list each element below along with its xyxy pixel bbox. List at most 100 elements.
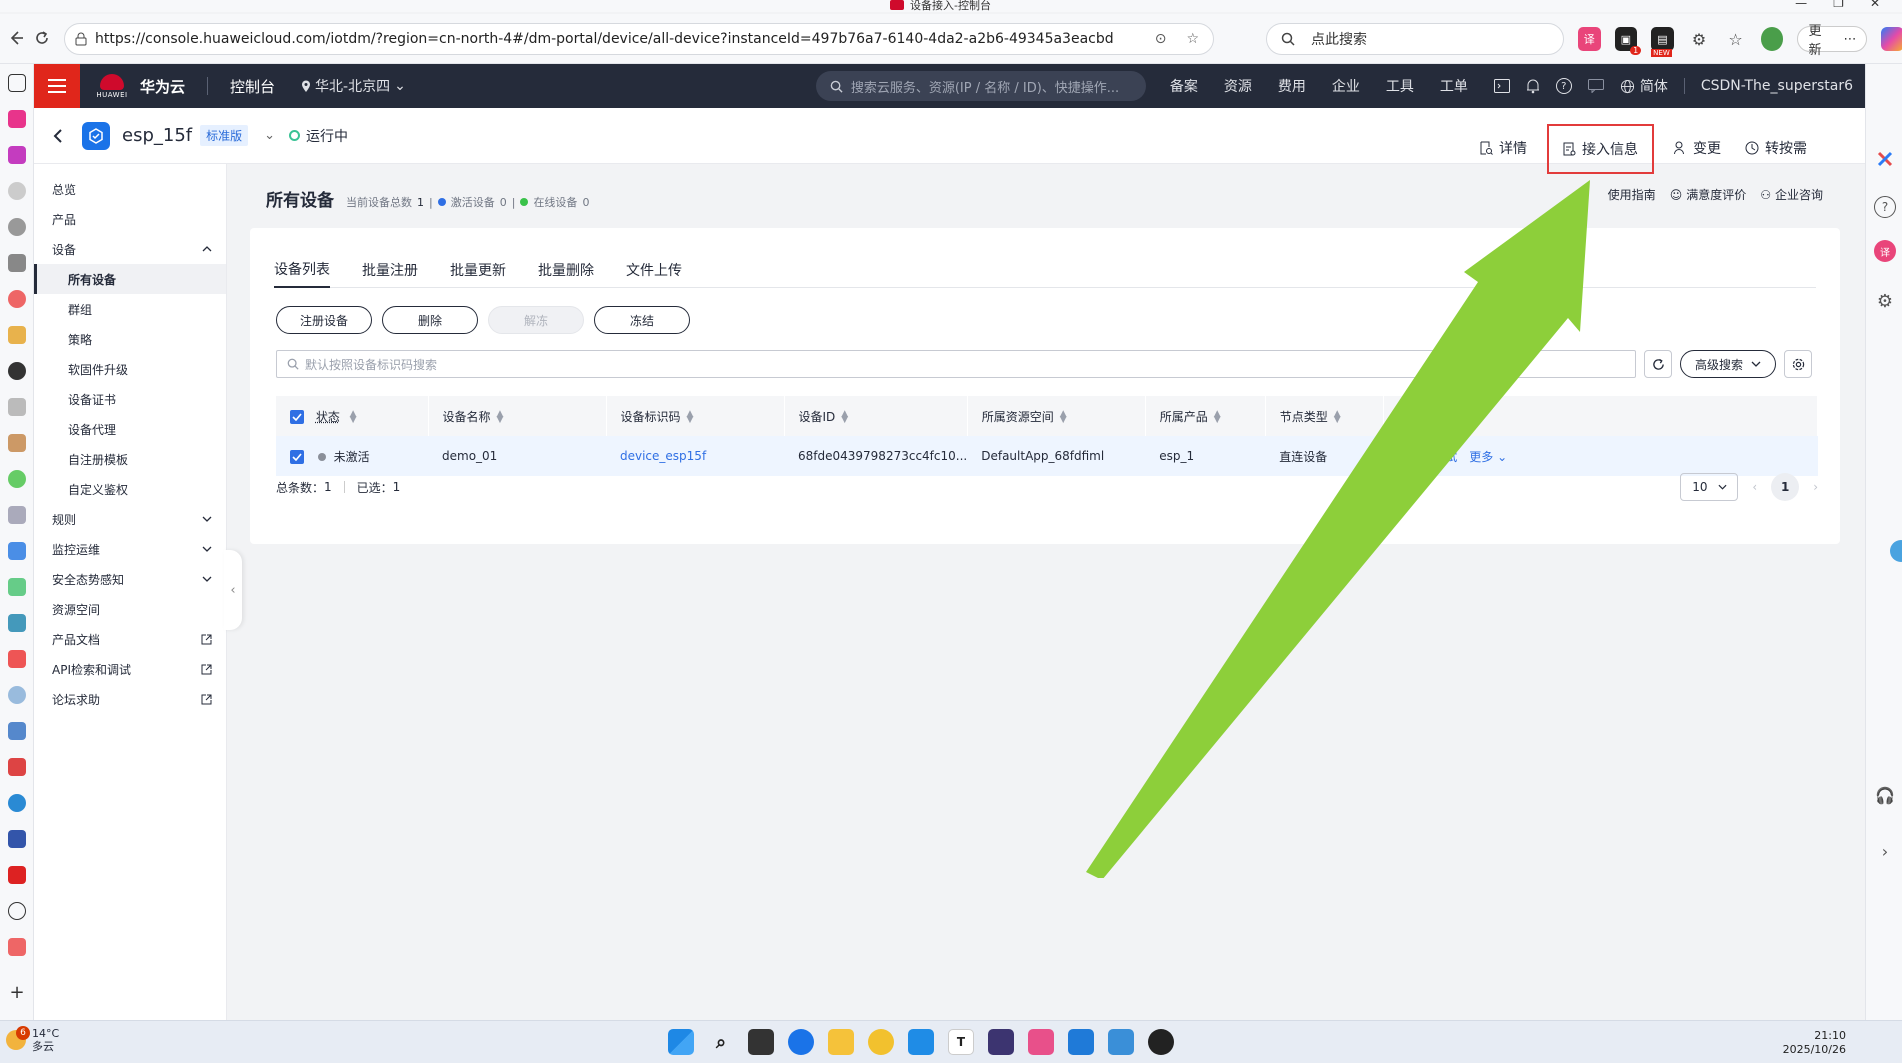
cloud-search-input[interactable]: 搜索云服务、资源(IP / 名称 / ID)、快捷操作...	[815, 71, 1146, 101]
more-dots-icon[interactable]: ⋯	[1843, 32, 1856, 47]
menu-item-product-docs[interactable]: 产品文档	[34, 624, 226, 654]
delete-button[interactable]: 删除	[382, 306, 478, 334]
menu-item-self-register-template[interactable]: 自注册模板	[34, 444, 226, 474]
chevron-right-icon[interactable]: ›	[1874, 840, 1896, 862]
vscode-icon[interactable]	[1068, 1029, 1094, 1055]
huawei-logo[interactable]: HUAWEI	[92, 73, 132, 99]
menu-item-security[interactable]: 安全态势感知	[34, 564, 226, 594]
enterprise-consult-link[interactable]: ⚇ 企业咨询	[1760, 186, 1823, 203]
menu-item-certificates[interactable]: 设备证书	[34, 384, 226, 414]
nav-link-tickets[interactable]: 工单	[1440, 76, 1468, 96]
system-clock[interactable]: 21:10 2025/10/26	[1783, 1029, 1846, 1057]
column-status[interactable]: 状态 ▲ ▼	[276, 396, 429, 436]
tab-icon-4[interactable]	[8, 218, 26, 236]
new-extension-icon[interactable]: ▤ NEW	[1651, 27, 1674, 57]
column-product[interactable]: 所属产品 ▲ ▼	[1145, 396, 1266, 436]
sort-icon[interactable]: ▲ ▼	[497, 410, 504, 425]
menu-item-resource-space[interactable]: 资源空间	[34, 594, 226, 624]
tab-icon-7[interactable]	[8, 326, 26, 344]
back-arrow-icon[interactable]	[4, 26, 28, 50]
tab-icon-3[interactable]	[8, 182, 26, 200]
menu-item-ota[interactable]: 软固件升级	[34, 354, 226, 384]
menu-item-monitoring[interactable]: 监控运维	[34, 534, 226, 564]
menu-item-rules[interactable]: 规则	[34, 504, 226, 534]
weather-widget[interactable]: 6 14°C 多云	[6, 1026, 59, 1053]
url-text[interactable]: https://console.huaweicloud.com/iotdm/?r…	[95, 31, 1114, 47]
browser-search-box[interactable]: 点此搜索	[1266, 23, 1564, 55]
tab-icon-18[interactable]	[8, 794, 26, 812]
freeze-button[interactable]: 冻结	[594, 306, 690, 334]
huawei-active-tab-icon[interactable]	[8, 866, 26, 884]
nav-link-resources[interactable]: 资源	[1224, 76, 1252, 96]
sort-icon[interactable]: ▲ ▼	[841, 410, 848, 425]
region-selector[interactable]: 华北-北京四 ⌄	[301, 76, 406, 96]
copilot-icon[interactable]	[1881, 27, 1902, 51]
profile-avatar[interactable]	[1760, 27, 1784, 51]
tab-icon-16[interactable]	[8, 686, 26, 704]
sort-icon[interactable]: ▲ ▼	[1060, 410, 1067, 425]
bilibili-icon[interactable]	[1028, 1029, 1054, 1055]
current-page[interactable]: 1	[1771, 473, 1800, 501]
translate-extension-icon[interactable]: 译	[1578, 27, 1601, 51]
register-device-button[interactable]: 注册设备	[276, 306, 372, 334]
nav-link-enterprise[interactable]: 企业	[1332, 76, 1360, 96]
tab-icon-8[interactable]	[8, 398, 26, 416]
page-size-select[interactable]: 10	[1680, 473, 1739, 501]
menu-item-device-proxy[interactable]: 设备代理	[34, 414, 226, 444]
settings-gear-icon[interactable]: ⚙	[1874, 290, 1896, 312]
column-identifier[interactable]: 设备标识码 ▲ ▼	[606, 396, 785, 436]
prev-page-icon[interactable]: ‹	[1752, 480, 1757, 494]
tab-icon-13[interactable]	[8, 578, 26, 596]
tab-icon-9[interactable]	[8, 434, 26, 452]
change-spec-button[interactable]: 变更	[1670, 133, 1725, 163]
menu-item-device[interactable]: 设备	[34, 234, 226, 264]
menu-item-product[interactable]: 产品	[34, 204, 226, 234]
column-device-name[interactable]: 设备名称 ▲ ▼	[428, 396, 607, 436]
hamburger-menu-button[interactable]	[34, 64, 80, 108]
tab-panel-icon[interactable]	[8, 74, 26, 92]
favorites-icon[interactable]: ☆	[1724, 27, 1747, 51]
menu-item-custom-auth[interactable]: 自定义鉴权	[34, 474, 226, 504]
tab-icon-15[interactable]	[8, 650, 26, 668]
cat-app-icon[interactable]	[988, 1029, 1014, 1055]
tab-icon-2[interactable]	[8, 146, 26, 164]
feedback-icon[interactable]	[1587, 79, 1604, 93]
on-demand-button[interactable]: 转按需	[1741, 133, 1811, 163]
tab-file-upload[interactable]: 文件上传	[626, 252, 682, 288]
bell-icon[interactable]	[1526, 78, 1540, 94]
extension-badge-icon[interactable]: ▣ 1	[1614, 27, 1642, 55]
menu-item-forum[interactable]: 论坛求助	[34, 684, 226, 714]
row-debug-link[interactable]: 调试	[1433, 448, 1457, 465]
close-window-icon[interactable]: ✕	[1870, 0, 1880, 10]
tab-icon-17[interactable]	[8, 722, 26, 740]
menu-item-groups[interactable]: 群组	[34, 294, 226, 324]
row-more-link[interactable]: 更多 ⌄	[1469, 448, 1507, 465]
extensions-puzzle-icon[interactable]: ⚙	[1688, 27, 1711, 51]
huawei-tab-icon[interactable]	[8, 758, 26, 776]
nav-link-filing[interactable]: 备案	[1170, 76, 1198, 96]
tab-icon-5[interactable]	[8, 254, 26, 272]
column-device-id[interactable]: 设备ID ▲ ▼	[784, 396, 968, 436]
tab-batch-register[interactable]: 批量注册	[362, 252, 418, 288]
sort-icon[interactable]: ▲ ▼	[687, 410, 694, 425]
column-resource-space[interactable]: 所属资源空间 ▲ ▼	[967, 396, 1146, 436]
favorite-star-icon[interactable]: ☆	[1186, 31, 1199, 47]
instance-switch-chevron-icon[interactable]: ⌄	[264, 128, 275, 143]
task-view-icon[interactable]	[748, 1029, 774, 1055]
table-settings-button[interactable]	[1784, 350, 1812, 378]
language-selector[interactable]: 简体	[1620, 76, 1668, 96]
search-icon[interactable]: ⌕	[708, 1029, 734, 1055]
floating-assistant-icon[interactable]	[1890, 540, 1902, 562]
device-search-input[interactable]: 默认按照设备标识码搜索	[276, 350, 1636, 378]
unfreeze-button[interactable]: 解冻	[488, 306, 584, 334]
tab-device-list[interactable]: 设备列表	[274, 252, 330, 288]
reload-icon[interactable]	[30, 26, 54, 50]
row-detail-link[interactable]: 详情	[1397, 448, 1421, 465]
advanced-search-button[interactable]: 高级搜索	[1680, 350, 1776, 378]
menu-item-all-devices[interactable]: 所有设备	[34, 264, 226, 294]
app-icon-yellow[interactable]	[868, 1029, 894, 1055]
back-chevron-icon[interactable]	[48, 126, 68, 146]
nav-link-tools[interactable]: 工具	[1386, 76, 1414, 96]
nav-link-billing[interactable]: 费用	[1278, 76, 1306, 96]
edge-browser-icon[interactable]	[788, 1029, 814, 1055]
